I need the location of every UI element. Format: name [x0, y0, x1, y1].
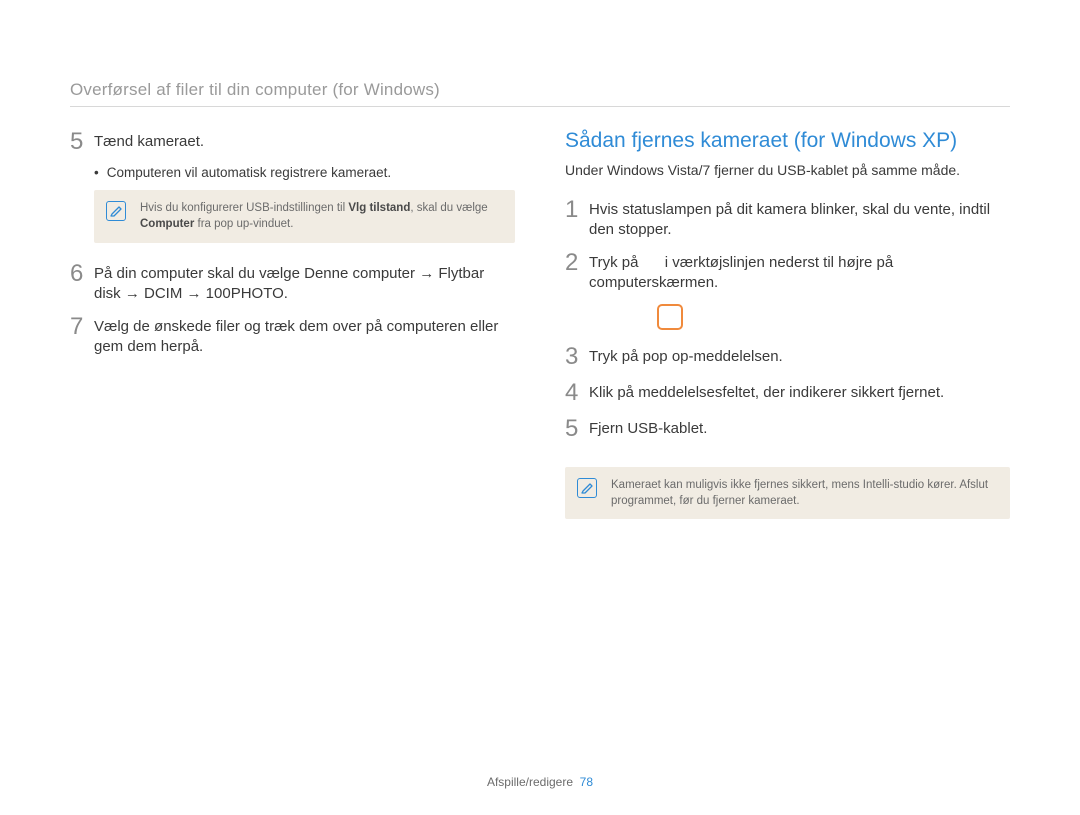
manual-page: Overførsel af filer til din computer (fo… [0, 0, 1080, 815]
step-text: Tænd kameraet. [94, 129, 204, 152]
step-text: Tryk på i værktøjslinjen nederst til høj… [589, 250, 1010, 294]
page-header: Overførsel af filer til din computer (fo… [70, 80, 1010, 107]
tray-icon-placeholder [657, 304, 683, 330]
step-6: 6 På din computer skal du vælge Denne co… [70, 261, 515, 305]
step-number: 7 [70, 314, 94, 340]
step2-pre: Tryk på [589, 254, 643, 271]
step-number: 6 [70, 261, 94, 287]
path-d: 100PHOTO. [202, 285, 288, 302]
right-column: Sådan fjernes kameraet (for Windows XP) … [565, 129, 1010, 537]
step-text: Klik på meddelelsesfeltet, der indikerer… [589, 380, 944, 403]
note-pre: Hvis du konfigurerer USB-indstillingen t… [140, 202, 348, 214]
content-columns: 5 Tænd kameraet. Computeren vil automati… [70, 129, 1010, 537]
step-7: 7 Vælg de ønskede filer og træk dem over… [70, 314, 515, 358]
step-5: 5 Tænd kameraet. [70, 129, 515, 155]
note-icon [106, 201, 126, 221]
step-5-remove: 5 Fjern USB-kablet. [565, 416, 1010, 442]
arrow-icon: → [125, 285, 140, 302]
step-text: Tryk på pop op-meddelelsen. [589, 344, 783, 367]
page-footer: Afspille/redigere 78 [0, 775, 1080, 789]
step-4: 4 Klik på meddelelsesfeltet, der indiker… [565, 380, 1010, 406]
step-text: Fjern USB-kablet. [589, 416, 707, 439]
arrow-icon: → [187, 285, 202, 302]
step-2: 2 Tryk på i værktøjslinjen nederst til h… [565, 250, 1010, 294]
note-usb-setting: Hvis du konfigurerer USB-indstillingen t… [94, 190, 515, 242]
note-mode: Vlg tilstand [348, 202, 410, 214]
bullet-text: Computeren vil automatisk registrere kam… [107, 165, 391, 180]
section-title: Sådan fjernes kameraet (for Windows XP) [565, 129, 1010, 153]
step-number: 5 [70, 129, 94, 155]
step-text: På din computer skal du vælge Denne comp… [94, 261, 515, 305]
step-3: 3 Tryk på pop op-meddelelsen. [565, 344, 1010, 370]
note-target: Computer [140, 218, 194, 230]
arrow-icon: → [419, 265, 434, 282]
footer-section: Afspille/redigere [487, 775, 573, 789]
step-number: 4 [565, 380, 589, 406]
step-text: Vælg de ønskede filer og træk dem over p… [94, 314, 515, 358]
step-number: 3 [565, 344, 589, 370]
step-number: 2 [565, 250, 589, 276]
note-intelli-studio: Kameraet kan muligvis ikke fjernes sikke… [565, 467, 1010, 519]
note-post: fra pop up-vinduet. [194, 218, 293, 230]
note-icon [577, 478, 597, 498]
page-number: 78 [580, 775, 593, 789]
note-text: Kameraet kan muligvis ikke fjernes sikke… [611, 477, 994, 509]
note-text: Hvis du konfigurerer USB-indstillingen t… [140, 200, 499, 232]
section-subtitle: Under Windows Vista/7 fjerner du USB-kab… [565, 161, 1010, 181]
path-a: På din computer skal du vælge Denne comp… [94, 265, 419, 282]
step-number: 5 [565, 416, 589, 442]
step-1: 1 Hvis statuslampen på dit kamera blinke… [565, 197, 1010, 241]
step-text: Hvis statuslampen på dit kamera blinker,… [589, 197, 1010, 241]
step-5-bullet: Computeren vil automatisk registrere kam… [94, 165, 515, 180]
step-number: 1 [565, 197, 589, 223]
path-c: DCIM [140, 285, 187, 302]
left-column: 5 Tænd kameraet. Computeren vil automati… [70, 129, 515, 537]
note-mid: , skal du vælge [410, 202, 487, 214]
